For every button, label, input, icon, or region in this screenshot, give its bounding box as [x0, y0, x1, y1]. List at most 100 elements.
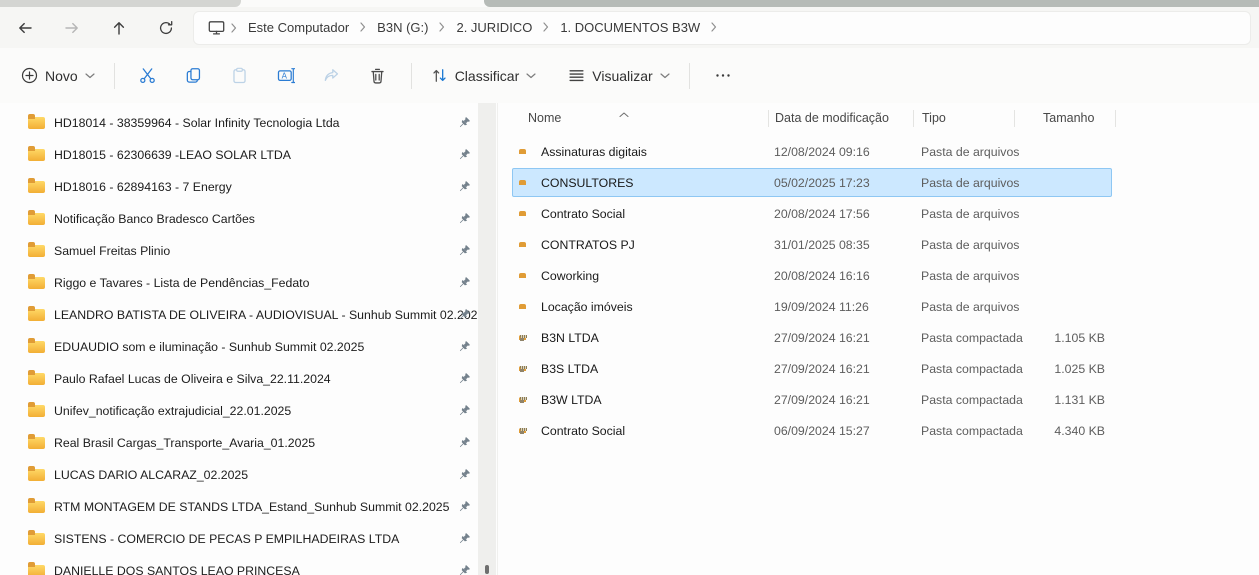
- file-row[interactable]: B3W LTDA 27/09/2024 16:21 Pasta compacta…: [512, 385, 1112, 414]
- scrollbar-thumb[interactable]: [485, 565, 489, 574]
- pushpin-icon: [458, 468, 470, 486]
- pinned-folder-item[interactable]: Samuel Freitas Plinio: [0, 235, 478, 267]
- toolbar-divider: [114, 63, 115, 89]
- pinned-folder-item[interactable]: HD18014 - 38359964 - Solar Infinity Tecn…: [0, 107, 478, 139]
- pinned-folder-name: EDUAUDIO som e iluminação - Sunhub Summi…: [54, 340, 364, 354]
- pushpin-icon: [458, 116, 470, 134]
- breadcrumb-item[interactable]: B3N (G:): [377, 20, 428, 35]
- file-size: 1.105 KB: [1054, 331, 1105, 345]
- breadcrumb-item[interactable]: Este Computador: [248, 20, 349, 35]
- pinned-folder-name: Notificação Banco Bradesco Cartões: [54, 212, 255, 226]
- folder-icon: [28, 437, 45, 449]
- file-name: Contrato Social: [541, 207, 625, 221]
- new-button-label: Novo: [45, 68, 78, 84]
- column-separator[interactable]: [1014, 110, 1015, 127]
- pinned-folder-item[interactable]: LUCAS DARIO ALCARAZ_02.2025: [0, 459, 478, 491]
- file-date-modified: 06/09/2024 15:27: [774, 424, 870, 438]
- file-row[interactable]: B3N LTDA 27/09/2024 16:21 Pasta compacta…: [512, 323, 1112, 352]
- column-separator[interactable]: [1115, 110, 1116, 127]
- file-size: 4.340 KB: [1054, 424, 1105, 438]
- file-row[interactable]: Coworking 20/08/2024 16:16 Pasta de arqu…: [512, 261, 1112, 290]
- pushpin-icon: [458, 276, 470, 294]
- pushpin-icon: [458, 308, 470, 326]
- file-type: Pasta de arquivos: [921, 238, 1019, 252]
- pinned-folder-item[interactable]: EDUAUDIO som e iluminação - Sunhub Summi…: [0, 331, 478, 363]
- pinned-folder-item[interactable]: DANIELLE DOS SANTOS LEAO PRINCESA: [0, 555, 478, 575]
- file-name: Locação imóveis: [541, 300, 633, 314]
- pinned-folder-name: HD18016 - 62894163 - 7 Energy: [54, 180, 232, 194]
- window-top-strip: [0, 0, 1259, 7]
- pushpin-icon: [458, 564, 470, 575]
- column-separator[interactable]: [768, 110, 769, 127]
- pinned-folder-item[interactable]: Paulo Rafael Lucas de Oliveira e Silva_2…: [0, 363, 478, 395]
- pinned-folder-item[interactable]: Unifev_notificação extrajudicial_22.01.2…: [0, 395, 478, 427]
- sort-caret-icon: [619, 104, 629, 122]
- paste-button[interactable]: [221, 59, 259, 93]
- column-separator[interactable]: [913, 110, 914, 127]
- file-row[interactable]: B3S LTDA 27/09/2024 16:21 Pasta compacta…: [512, 354, 1112, 383]
- pinned-folder-item[interactable]: SISTENS - COMERCIO DE PECAS P EMPILHADEI…: [0, 523, 478, 555]
- refresh-icon: [158, 20, 174, 36]
- new-button[interactable]: Novo: [12, 61, 104, 90]
- sort-button[interactable]: Classificar: [422, 61, 546, 90]
- view-button[interactable]: Visualizar: [559, 61, 678, 90]
- forward-button[interactable]: [57, 14, 87, 42]
- file-row[interactable]: Contrato Social 20/08/2024 17:56 Pasta d…: [512, 199, 1112, 228]
- folder-icon: [28, 277, 45, 289]
- cut-button[interactable]: [129, 59, 167, 93]
- file-row[interactable]: Assinaturas digitais 12/08/2024 09:16 Pa…: [512, 137, 1112, 166]
- column-header-type[interactable]: Tipo: [922, 111, 946, 125]
- chevron-right-icon: [231, 23, 237, 33]
- pinned-folder-item[interactable]: Notificação Banco Bradesco Cartões: [0, 203, 478, 235]
- back-button[interactable]: [10, 14, 40, 42]
- pinned-folder-name: HD18014 - 38359964 - Solar Infinity Tecn…: [54, 116, 340, 130]
- chevron-right-icon: [543, 22, 549, 32]
- address-bar[interactable]: Este Computador B3N (G:) 2. JURIDICO 1. DOC…: [193, 11, 1251, 45]
- pushpin-icon: [458, 212, 470, 230]
- chevron-right-icon: [439, 22, 445, 32]
- rename-button[interactable]: A: [267, 59, 305, 93]
- delete-button[interactable]: [359, 59, 397, 93]
- file-type: Pasta de arquivos: [921, 269, 1019, 283]
- arrow-right-icon: [64, 20, 80, 36]
- pinned-folder-name: LUCAS DARIO ALCARAZ_02.2025: [54, 468, 248, 482]
- share-icon: [323, 67, 340, 84]
- svg-text:A: A: [281, 71, 287, 80]
- pushpin-icon: [458, 436, 470, 454]
- pinned-folder-name: DANIELLE DOS SANTOS LEAO PRINCESA: [54, 564, 300, 575]
- file-row[interactable]: CONSULTORES 05/02/2025 17:23 Pasta de ar…: [512, 168, 1112, 197]
- pushpin-icon: [458, 180, 470, 198]
- pinned-folder-item[interactable]: Riggo e Tavares - Lista de Pendências_Fe…: [0, 267, 478, 299]
- file-row[interactable]: Contrato Social 06/09/2024 15:27 Pasta c…: [512, 416, 1112, 445]
- pinned-folder-item[interactable]: HD18015 - 62306639 -LEAO SOLAR LTDA: [0, 139, 478, 171]
- file-type: Pasta compactada: [921, 331, 1023, 345]
- pinned-folder-name: RTM MONTAGEM DE STANDS LTDA_Estand_Sunhu…: [54, 500, 449, 514]
- refresh-button[interactable]: [151, 14, 181, 42]
- column-header-date[interactable]: Data de modificação: [775, 111, 889, 125]
- share-button[interactable]: [313, 59, 351, 93]
- pinned-folder-item[interactable]: RTM MONTAGEM DE STANDS LTDA_Estand_Sunhu…: [0, 491, 478, 523]
- up-button[interactable]: [104, 14, 134, 42]
- file-row[interactable]: CONTRATOS PJ 31/01/2025 08:35 Pasta de a…: [512, 230, 1112, 259]
- pinned-folder-item[interactable]: LEANDRO BATISTA DE OLIVEIRA - AUDIOVISUA…: [0, 299, 478, 331]
- file-size: 1.131 KB: [1054, 393, 1105, 407]
- file-row[interactable]: Locação imóveis 19/09/2024 11:26 Pasta d…: [512, 292, 1112, 321]
- file-date-modified: 27/09/2024 16:21: [774, 393, 870, 407]
- copy-button[interactable]: [175, 59, 213, 93]
- pinned-folders-pane: HD18014 - 38359964 - Solar Infinity Tecn…: [0, 103, 478, 575]
- left-pane-scrollbar[interactable]: [478, 103, 496, 575]
- breadcrumb-item[interactable]: 2. JURIDICO: [456, 20, 532, 35]
- pinned-folder-item[interactable]: Real Brasil Cargas_Transporte_Avaria_01.…: [0, 427, 478, 459]
- pushpin-icon: [458, 372, 470, 390]
- breadcrumb-item[interactable]: 1. DOCUMENTOS B3W: [560, 20, 700, 35]
- arrow-up-icon: [111, 20, 127, 36]
- pushpin-icon: [458, 340, 470, 358]
- more-options-button[interactable]: [704, 59, 742, 93]
- pinned-folder-item[interactable]: HD18016 - 62894163 - 7 Energy: [0, 171, 478, 203]
- pushpin-icon: [458, 500, 470, 518]
- column-header-size[interactable]: Tamanho: [1043, 111, 1094, 125]
- file-type: Pasta de arquivos: [921, 207, 1019, 221]
- column-header-name[interactable]: Nome: [528, 111, 561, 125]
- folder-icon: [28, 245, 45, 257]
- trash-icon: [369, 67, 386, 84]
